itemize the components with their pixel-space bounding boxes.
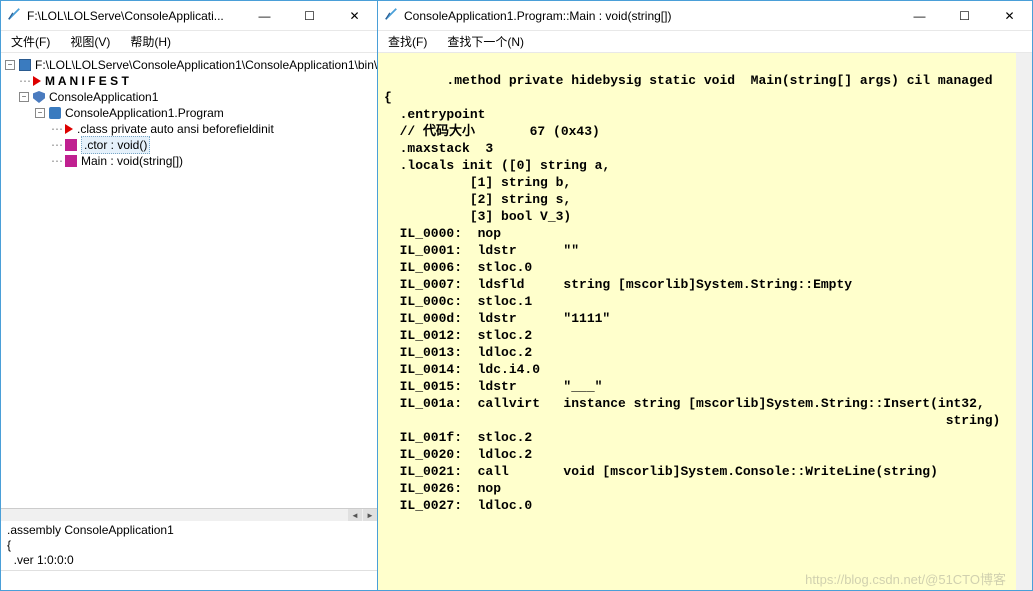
method-icon (65, 139, 77, 151)
expand-toggle[interactable]: − (35, 108, 45, 118)
tree-connector: ⋯ (51, 153, 61, 169)
right-titlebar: ConsoleApplication1.Program::Main : void… (378, 1, 1032, 31)
menu-find-next[interactable]: 查找下一个(N) (443, 31, 528, 52)
close-button[interactable]: ✕ (332, 2, 377, 30)
assembly-tree[interactable]: − F:\LOL\LOLServe\ConsoleApplication1\Co… (1, 53, 377, 508)
vscroll-bar[interactable] (1016, 53, 1032, 590)
tree-program-class[interactable]: ConsoleApplication1.Program (65, 105, 224, 121)
watermark-text: https://blog.csdn.net/@51CTO博客 (805, 571, 1006, 588)
il-code-window: ConsoleApplication1.Program::Main : void… (378, 0, 1033, 591)
hscroll-bar[interactable]: ◄ ► (1, 509, 377, 521)
il-code-view[interactable]: .method private hidebysig static void Ma… (378, 53, 1016, 590)
maximize-button[interactable]: ☐ (942, 2, 987, 30)
tree-ctor[interactable]: .ctor : void() (81, 136, 150, 154)
class-def-icon (65, 124, 73, 134)
menu-file[interactable]: 文件(F) (7, 31, 54, 52)
menu-view[interactable]: 视图(V) (66, 31, 114, 52)
left-menubar: 文件(F) 视图(V) 帮助(H) (1, 31, 377, 53)
tree-connector: ⋯ (51, 121, 61, 137)
tree-connector: ⋯ (19, 73, 29, 89)
menu-help[interactable]: 帮助(H) (126, 31, 175, 52)
tree-connector: ⋯ (51, 137, 61, 153)
left-window-title: F:\LOL\LOLServe\ConsoleApplicati... (27, 9, 242, 23)
metadata-text[interactable]: .assembly ConsoleApplication1 { .ver 1:0… (1, 521, 377, 570)
right-menubar: 查找(F) 查找下一个(N) (378, 31, 1032, 53)
scroll-right-icon[interactable]: ► (363, 509, 377, 521)
static-method-icon (65, 155, 77, 167)
app-icon (7, 7, 21, 24)
left-statusbar (1, 570, 377, 590)
minimize-button[interactable]: — (242, 2, 287, 30)
ildasm-main-window: F:\LOL\LOLServe\ConsoleApplicati... — ☐ … (0, 0, 378, 591)
expand-toggle[interactable]: − (5, 60, 15, 70)
tree-assembly[interactable]: ConsoleApplication1 (49, 89, 158, 105)
left-titlebar: F:\LOL\LOLServe\ConsoleApplicati... — ☐ … (1, 1, 377, 31)
tree-root-path[interactable]: F:\LOL\LOLServe\ConsoleApplication1\Cons… (35, 57, 377, 73)
manifest-icon (33, 76, 41, 86)
maximize-button[interactable]: ☐ (287, 2, 332, 30)
menu-find[interactable]: 查找(F) (384, 31, 431, 52)
app-icon (384, 7, 398, 24)
class-icon (49, 107, 61, 119)
close-button[interactable]: ✕ (987, 2, 1032, 30)
namespace-icon (33, 91, 45, 103)
tree-class-line[interactable]: .class private auto ansi beforefieldinit (77, 121, 274, 137)
folder-icon (19, 59, 31, 71)
expand-toggle[interactable]: − (19, 92, 29, 102)
tree-manifest[interactable]: M A N I F E S T (45, 73, 129, 89)
metadata-panel: ◄ ► .assembly ConsoleApplication1 { .ver… (1, 508, 377, 570)
right-window-title: ConsoleApplication1.Program::Main : void… (404, 9, 897, 23)
scroll-left-icon[interactable]: ◄ (348, 509, 362, 521)
il-code-text: .method private hidebysig static void Ma… (384, 73, 1000, 513)
minimize-button[interactable]: — (897, 2, 942, 30)
tree-main-method[interactable]: Main : void(string[]) (81, 153, 183, 169)
